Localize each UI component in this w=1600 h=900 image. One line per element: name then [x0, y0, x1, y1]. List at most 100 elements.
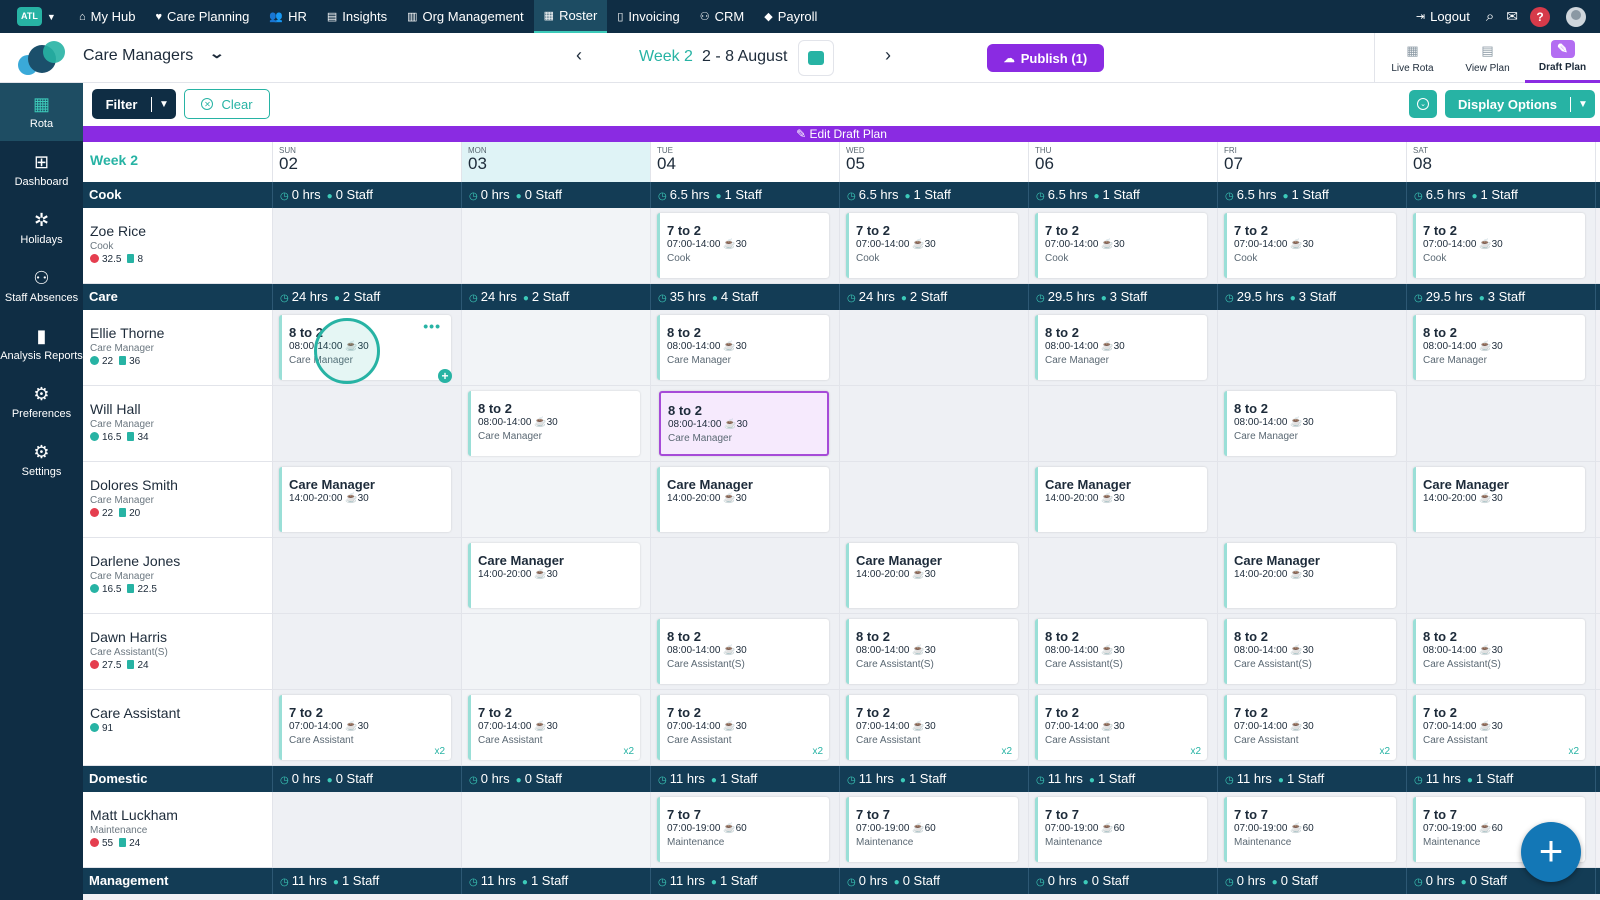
day-cell[interactable]	[273, 386, 462, 461]
mail-icon[interactable]: ✉	[1502, 0, 1522, 33]
add-icon[interactable]: +	[438, 369, 452, 383]
sidebar-item-rota[interactable]: ▦ Rota	[0, 83, 83, 141]
day-cell[interactable]	[1029, 538, 1218, 613]
shift-card[interactable]: Care Manager 14:00-20:00 ☕30	[1035, 467, 1207, 532]
day-cell[interactable]: 8 to 2 08:00-14:00 ☕30 Care Manager	[651, 310, 840, 385]
day-cell[interactable]: 8 to 2 08:00-14:00 ☕30 Care Assistant(S)	[1218, 614, 1407, 689]
nav-payroll[interactable]: ◆ Payroll	[754, 0, 827, 33]
day-cell[interactable]: Care Manager 14:00-20:00 ☕30	[1407, 462, 1596, 537]
chevron-down-icon[interactable]: ⌄	[209, 45, 225, 62]
display-options-button[interactable]: Display Options ▼	[1445, 90, 1595, 118]
shift-card[interactable]: 8 to 2 08:00-14:00 ☕30 Care Manager	[468, 391, 640, 456]
staff-info[interactable]: Zoe Rice Cook 32.5 8	[83, 208, 273, 283]
nav-care-planning[interactable]: ♥ Care Planning	[145, 0, 259, 33]
day-cell[interactable]	[273, 792, 462, 867]
shift-card[interactable]: 7 to 7 07:00-19:00 ☕60 Maintenance	[1224, 797, 1396, 862]
shift-card[interactable]: 8 to 2 08:00-14:00 ☕30 Care Assistant(S)	[1224, 619, 1396, 684]
day-cell[interactable]	[840, 462, 1029, 537]
tab-draft-plan[interactable]: ✎ Draft Plan	[1525, 33, 1600, 83]
search-icon[interactable]: ⌕	[1478, 0, 1502, 33]
shift-card[interactable]: 7 to 2 07:00-14:00 ☕30 Cook	[1035, 213, 1207, 278]
day-cell[interactable]: Care Manager 14:00-20:00 ☕30	[462, 538, 651, 613]
shift-card[interactable]: 8 to 2 08:00-14:00 ☕30 Care Assistant(S)	[657, 619, 829, 684]
logout-button[interactable]: ⇥ Logout	[1408, 0, 1478, 33]
shift-card[interactable]: 7 to 2 07:00-14:00 ☕30 Cook	[1224, 213, 1396, 278]
tab-live-rota[interactable]: ▦ Live Rota	[1375, 33, 1450, 83]
day-cell[interactable]: 8 to 2 08:00-14:00 ☕30 Care Manager	[1029, 310, 1218, 385]
day-cell[interactable]: 8 to 2 08:00-14:00 ☕30 Care Assistant(S)	[840, 614, 1029, 689]
day-cell[interactable]: 7 to 7 07:00-19:00 ☕60 Maintenance	[1218, 792, 1407, 867]
shift-card[interactable]: 7 to 2 07:00-14:00 ☕30 Care Assistant x2	[657, 695, 829, 760]
publish-button[interactable]: ☁ Publish (1)	[987, 44, 1104, 72]
shift-card[interactable]: 7 to 2 07:00-14:00 ☕30 Cook	[657, 213, 829, 278]
sidebar-item-holidays[interactable]: ✲ Holidays	[0, 199, 83, 257]
shift-card[interactable]: 8 to 2 08:00-14:00 ☕30 Care Manager	[659, 391, 829, 456]
shift-card[interactable]: 7 to 2 07:00-14:00 ☕30 Care Assistant x2	[468, 695, 640, 760]
day-cell[interactable]: 8 to 2 08:00-14:00 ☕30 Care Assistant(S)	[1029, 614, 1218, 689]
edit-draft-plan-banner[interactable]: ✎ Edit Draft Plan	[83, 126, 1600, 142]
chevron-down-icon[interactable]: ▼	[1571, 99, 1595, 110]
shift-card[interactable]: 8 to 2 08:00-14:00 ☕30 Care Manager ••• +	[279, 315, 452, 384]
day-header-wed[interactable]: WED 05	[840, 142, 1029, 182]
shift-card[interactable]: 7 to 2 07:00-14:00 ☕30 Care Assistant x2	[1413, 695, 1585, 760]
day-cell[interactable]	[1407, 386, 1596, 461]
day-cell[interactable]	[273, 538, 462, 613]
staff-info[interactable]: Darlene Jones Care Manager 16.5 22.5	[83, 538, 273, 613]
shift-card[interactable]: 8 to 2 08:00-14:00 ☕30 Care Assistant(S)	[1413, 619, 1585, 684]
help-button[interactable]: ?	[1530, 6, 1550, 27]
day-cell[interactable]: 7 to 2 07:00-14:00 ☕30 Care Assistant x2	[273, 690, 462, 765]
day-cell[interactable]: 8 to 2 08:00-14:00 ☕30 Care Manager	[1407, 310, 1596, 385]
sidebar-item-settings[interactable]: ⚙ Settings	[0, 431, 83, 489]
staff-info[interactable]: Ellie Thorne Care Manager 22 36	[83, 310, 273, 385]
sidebar-item-analysis-reports[interactable]: ▮ Analysis Reports	[0, 315, 83, 373]
day-header-tue[interactable]: TUE 04	[651, 142, 840, 182]
clear-button[interactable]: ✕ Clear	[184, 89, 270, 119]
staff-info[interactable]: Care Assistant 91	[83, 690, 273, 765]
day-cell[interactable]	[273, 208, 462, 283]
calendar-button[interactable]	[798, 40, 834, 76]
staff-info[interactable]: Matt Luckham Maintenance 55 24	[83, 792, 273, 867]
day-cell[interactable]: 7 to 2 07:00-14:00 ☕30 Care Assistant x2	[1218, 690, 1407, 765]
unit-selector[interactable]: Care Managers	[83, 47, 193, 65]
shift-card[interactable]: 8 to 2 08:00-14:00 ☕30 Care Manager	[1035, 315, 1207, 380]
day-cell[interactable]: Care Manager 14:00-20:00 ☕30	[1029, 462, 1218, 537]
day-cell[interactable]	[462, 614, 651, 689]
shift-card[interactable]: Care Manager 14:00-20:00 ☕30	[468, 543, 640, 608]
shift-card[interactable]: 7 to 2 07:00-14:00 ☕30 Care Assistant x2	[279, 695, 451, 760]
shift-card[interactable]: 8 to 2 08:00-14:00 ☕30 Care Manager	[1413, 315, 1585, 380]
more-options-icon[interactable]: •••	[423, 318, 441, 334]
day-cell[interactable]	[840, 386, 1029, 461]
day-cell[interactable]: 7 to 7 07:00-19:00 ☕60 Maintenance	[651, 792, 840, 867]
shift-card[interactable]: Care Manager 14:00-20:00 ☕30	[846, 543, 1018, 608]
tab-view-plan[interactable]: ▤ View Plan	[1450, 33, 1525, 83]
day-cell[interactable]	[462, 792, 651, 867]
sidebar-item-preferences[interactable]: ⚙ Preferences	[0, 373, 83, 431]
day-cell[interactable]: Care Manager 14:00-20:00 ☕30	[651, 462, 840, 537]
shift-card[interactable]: 7 to 2 07:00-14:00 ☕30 Cook	[846, 213, 1018, 278]
shift-card[interactable]: Care Manager 14:00-20:00 ☕30	[657, 467, 829, 532]
day-cell[interactable]: 7 to 2 07:00-14:00 ☕30 Care Assistant x2	[840, 690, 1029, 765]
nav-hr[interactable]: 👥 HR	[259, 0, 316, 33]
shift-card[interactable]: 8 to 2 08:00-14:00 ☕30 Care Assistant(S)	[1035, 619, 1207, 684]
shift-card[interactable]: 8 to 2 08:00-14:00 ☕30 Care Manager	[657, 315, 829, 380]
shift-card[interactable]: Care Manager 14:00-20:00 ☕30	[1413, 467, 1585, 532]
day-cell[interactable]: 8 to 2 08:00-14:00 ☕30 Care Manager	[1218, 386, 1407, 461]
day-header-sat[interactable]: SAT 08	[1407, 142, 1596, 182]
shift-card[interactable]: 8 to 2 08:00-14:00 ☕30 Care Assistant(S)	[846, 619, 1018, 684]
day-cell[interactable]: Care Manager 14:00-20:00 ☕30	[273, 462, 462, 537]
nav-my-hub[interactable]: ⌂ My Hub	[69, 0, 145, 33]
sidebar-item-staff-absences[interactable]: ⚇ Staff Absences	[0, 257, 83, 315]
day-cell[interactable]: 7 to 2 07:00-14:00 ☕30 Cook	[1029, 208, 1218, 283]
shift-card[interactable]: 7 to 7 07:00-19:00 ☕60 Maintenance	[657, 797, 829, 862]
day-cell[interactable]: 7 to 2 07:00-14:00 ☕30 Care Assistant x2	[1029, 690, 1218, 765]
day-cell[interactable]: Care Manager 14:00-20:00 ☕30	[840, 538, 1029, 613]
shift-card[interactable]: Care Manager 14:00-20:00 ☕30	[279, 467, 451, 532]
day-cell[interactable]: 7 to 2 07:00-14:00 ☕30 Care Assistant x2	[1407, 690, 1596, 765]
filter-button[interactable]: Filter ▼	[92, 89, 176, 119]
collapse-button[interactable]: ⌄	[1409, 90, 1437, 118]
staff-info[interactable]: Dawn Harris Care Assistant(S) 27.5 24	[83, 614, 273, 689]
user-avatar[interactable]	[1566, 6, 1586, 27]
day-cell[interactable]	[462, 462, 651, 537]
day-cell[interactable]	[462, 208, 651, 283]
nav-org-management[interactable]: ▥ Org Management	[397, 0, 534, 33]
